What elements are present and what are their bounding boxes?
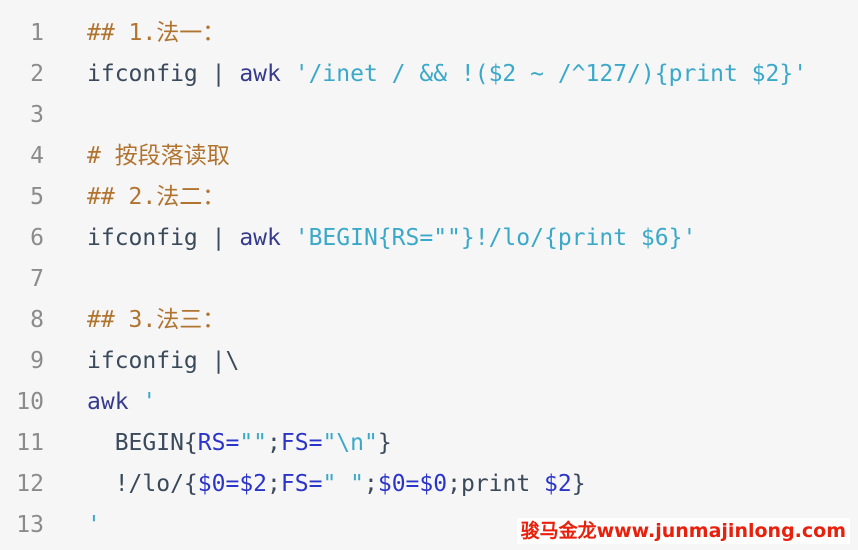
line-number: 2: [30, 61, 44, 87]
code-token: awk: [87, 389, 129, 415]
code-token: ifconfig |: [87, 225, 240, 251]
code-text: ## 3.法三：: [87, 300, 225, 341]
code-token: }: [571, 471, 586, 497]
line-number: 9: [30, 348, 44, 374]
code-token: FS=: [280, 471, 323, 497]
code-text: ifconfig |\: [87, 341, 239, 382]
code-token: ## 2.法二：: [87, 184, 226, 210]
code-token: ;: [267, 430, 281, 456]
code-text: ## 2.法二：: [87, 177, 225, 218]
code-token: 'BEGIN{RS=""}!/lo/{print $6}': [280, 225, 697, 251]
line-number: 4: [30, 143, 44, 169]
code-token: "\n": [322, 430, 378, 456]
code-block: 1 ## 1.法一： 2 ifconfig | awk '/inet / && !($…: [0, 0, 858, 550]
code-token: ': [128, 389, 157, 415]
code-token: ': [87, 512, 101, 538]
code-token: # 按段落读取: [87, 143, 230, 169]
code-token: $0=$2: [197, 471, 268, 497]
code-token: ;print: [447, 471, 545, 497]
code-token: !/lo/{: [87, 471, 198, 497]
code-text: # 按段落读取: [87, 136, 230, 177]
code-token: ;: [267, 471, 281, 497]
code-token: awk: [239, 61, 281, 87]
code-token: ;: [363, 471, 378, 497]
code-text: ': [87, 505, 101, 546]
line-number: 5: [30, 184, 44, 210]
code-token: $0=$0: [377, 471, 448, 497]
code-token: }: [377, 430, 392, 456]
code-token: FS=: [280, 430, 323, 456]
code-token: BEGIN{: [87, 430, 198, 456]
code-text: !/lo/{$0=$2;FS=" ";$0=$0;print $2}: [87, 464, 586, 505]
watermark: 骏马金龙www.junmajinlong.com: [516, 518, 850, 544]
code-token: ## 3.法三：: [87, 307, 226, 333]
code-token: ## 1.法一：: [87, 20, 226, 46]
line-number: 10: [16, 389, 44, 415]
code-token: awk: [239, 225, 281, 251]
code-token: "": [239, 430, 268, 456]
code-text: ifconfig | awk '/inet / && !($2 ~ /^127/…: [87, 54, 807, 95]
line-number: 11: [16, 430, 44, 456]
code-token: $2: [544, 471, 572, 497]
line-number: 8: [30, 307, 44, 333]
code-token: ifconfig |\: [87, 348, 240, 374]
line-number: 1: [30, 20, 44, 46]
line-number: 7: [30, 266, 44, 292]
code-text: ifconfig | awk 'BEGIN{RS=""}!/lo/{print …: [87, 218, 696, 259]
line-number: 12: [16, 471, 44, 497]
code-token: RS=: [197, 430, 240, 456]
line-number: 13: [16, 512, 44, 538]
code-token: " ": [322, 471, 364, 497]
code-token: '/inet / && !($2 ~ /^127/){print $2}': [280, 61, 808, 87]
code-text: BEGIN{RS="";FS="\n"}: [87, 423, 392, 464]
code-token: ifconfig |: [87, 61, 240, 87]
line-number: 3: [30, 102, 44, 128]
code-text: awk ': [87, 382, 156, 423]
line-number: 6: [30, 225, 44, 251]
code-text: ## 1.法一：: [87, 13, 225, 54]
